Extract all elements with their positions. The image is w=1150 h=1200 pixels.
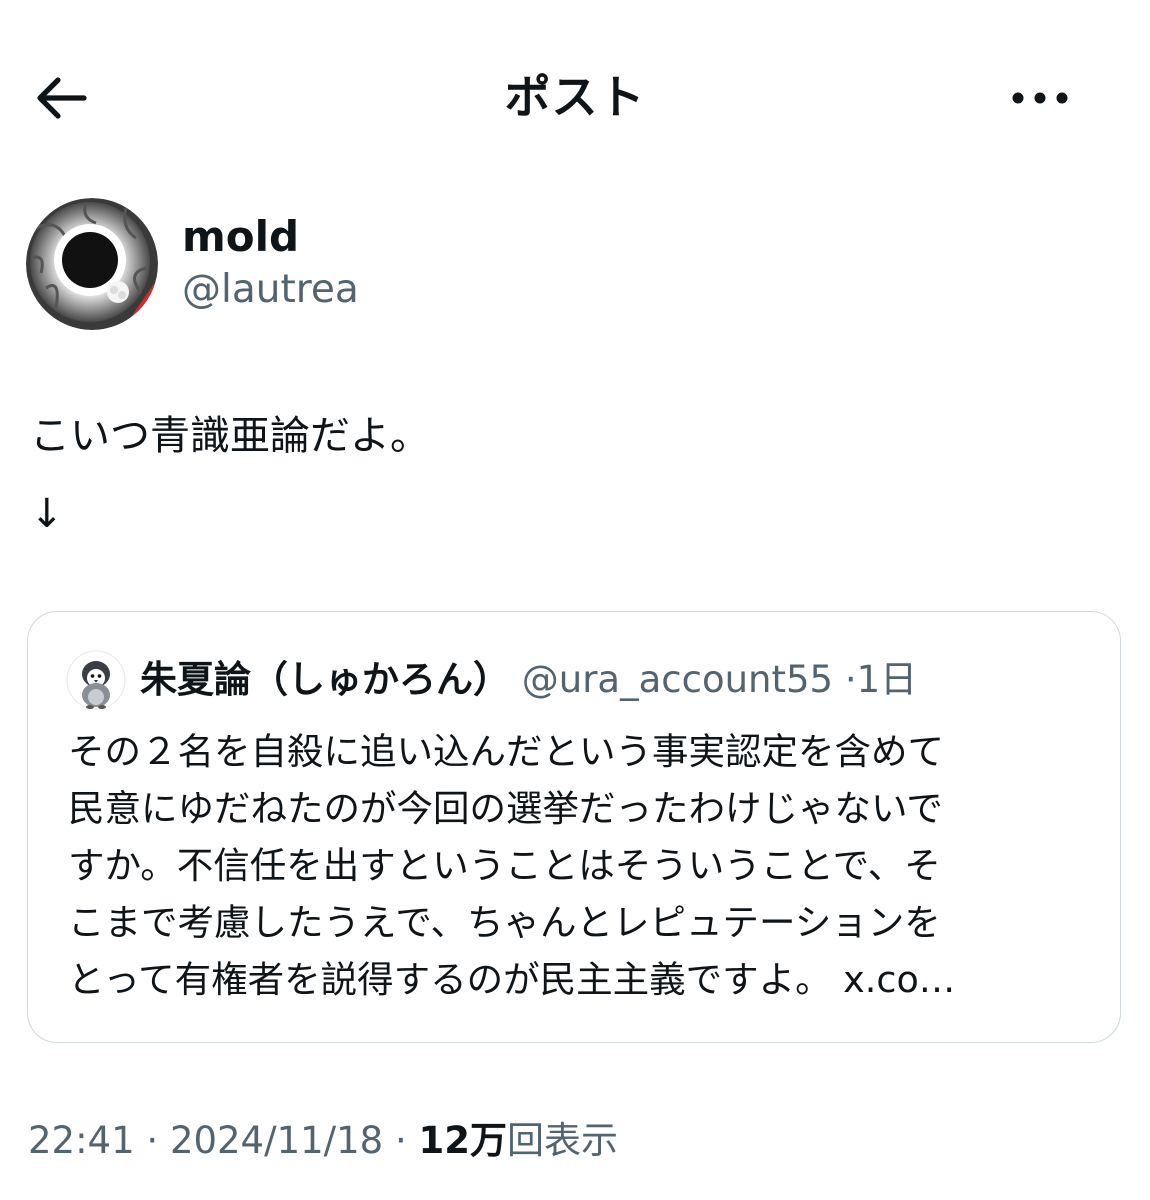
- more-horizontal-icon: [1012, 92, 1068, 104]
- post-date[interactable]: 2024/11/18: [170, 1119, 383, 1162]
- quoted-post[interactable]: 朱夏論（しゅかろん） @ura_account55 ·1日 その２名を自殺に追い…: [27, 611, 1121, 1043]
- more-options-button[interactable]: [1000, 66, 1080, 130]
- meta-separator: ·: [394, 1119, 407, 1162]
- quote-author-handle: @ura_account55: [521, 658, 834, 701]
- page-title: ポスト: [504, 70, 646, 124]
- top-bar: ポスト: [0, 0, 1150, 195]
- views-count: 12万: [418, 1119, 508, 1162]
- quote-header: 朱夏論（しゅかろん） @ura_account55 ·1日: [140, 654, 917, 706]
- quote-author-name: 朱夏論（しゅかろん）: [140, 658, 510, 701]
- quote-text-line: その２名を自殺に追い込んだという事実認定を含めて: [68, 730, 944, 773]
- eclipse-avatar-icon: [26, 198, 158, 330]
- quote-text-line: こまで考慮したうえで、ちゃんとレピュテーションを: [68, 901, 941, 944]
- views-label: 回表示: [507, 1119, 618, 1162]
- quote-separator: ·: [844, 658, 857, 701]
- post-arrow: ↓: [30, 491, 64, 537]
- author-handle[interactable]: @lautrea: [182, 266, 359, 314]
- quote-body: その２名を自殺に追い込んだという事実認定を含めて 民意にゆだねたのが今回の選挙だ…: [68, 723, 1108, 1008]
- post-author: mold @lautrea: [26, 198, 726, 332]
- author-name[interactable]: mold: [182, 212, 299, 262]
- meta-separator: ·: [146, 1119, 159, 1162]
- quote-text-line: すか。不信任を出すということはそういうことで、そ: [68, 844, 941, 887]
- post-time: 22:41: [28, 1119, 135, 1162]
- author-avatar[interactable]: [26, 198, 158, 330]
- post-text: こいつ青識亜論だよ。: [30, 413, 430, 459]
- post-meta: 22:41 · 2024/11/18 · 12万回表示: [28, 1114, 618, 1168]
- quote-text-line: 民意にゆだねたのが今回の選挙だったわけじゃないで: [68, 787, 943, 830]
- quote-timestamp: 1日: [856, 658, 918, 701]
- penguin-avatar-icon: [66, 650, 126, 710]
- quote-text-line: とって有権者を説得するのが民主主義ですよ。 x.co…: [68, 958, 956, 1001]
- quote-avatar: [66, 650, 126, 710]
